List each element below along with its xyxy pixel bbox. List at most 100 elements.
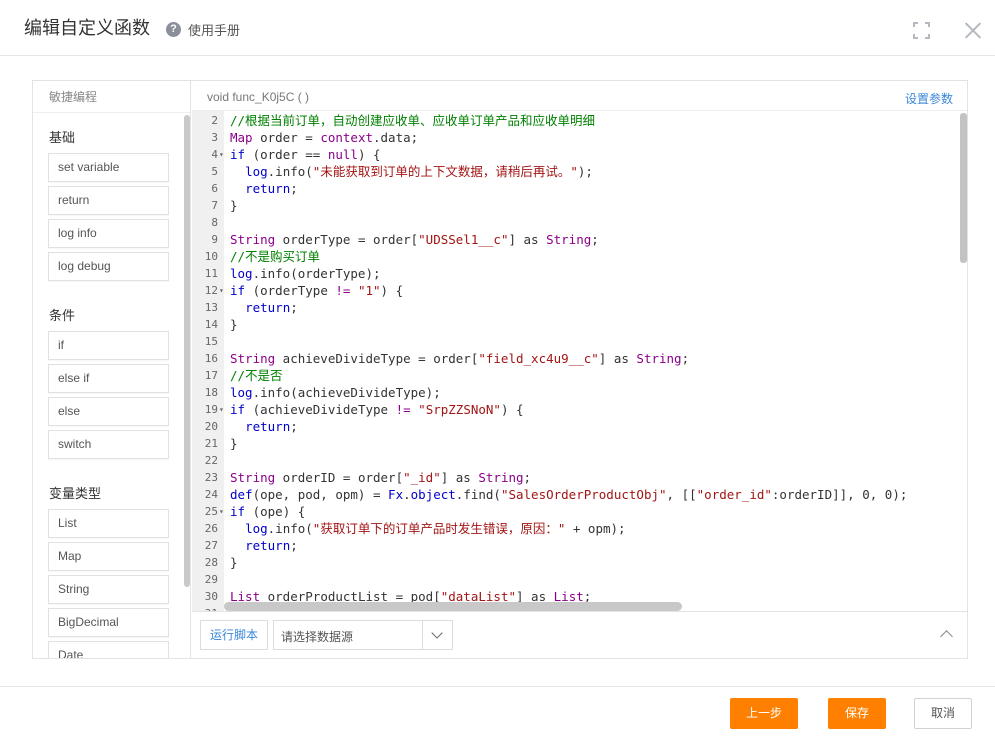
palette-item-set-variable[interactable]: set variable <box>48 153 169 182</box>
code-line[interactable]: 19 ▾ if (achieveDivideType != "SrpZZSNoN")… <box>192 401 967 418</box>
line-number: 27 <box>204 539 218 552</box>
code-token: ] as <box>508 232 547 247</box>
code-line[interactable]: 26 log.info("获取订单下的订单产品时发生错误，原因：" + opm)… <box>192 520 967 537</box>
palette-item-else-if[interactable]: else if <box>48 364 169 393</box>
close-icon[interactable] <box>964 21 982 39</box>
code-token: .info( <box>267 521 313 536</box>
code-line[interactable]: 13 return; <box>192 299 967 316</box>
code-line[interactable]: 7} <box>192 197 967 214</box>
code-line[interactable]: 25 ▾ if (ope) { <box>192 503 967 520</box>
code-line[interactable]: 28} <box>192 554 967 571</box>
code-token: if <box>230 147 246 162</box>
code-token: "UDSSel1__c" <box>418 232 509 247</box>
fold-arrow-icon[interactable]: ▾ <box>219 282 224 299</box>
save-button[interactable]: 保存 <box>828 698 886 729</box>
code-token: context <box>320 130 373 145</box>
code-line[interactable]: 11 log.info(orderType); <box>192 265 967 282</box>
code-text: log.info(orderType); <box>230 265 381 282</box>
cancel-button[interactable]: 取消 <box>914 698 972 729</box>
code-line[interactable]: 24 def(ope, pod, opm) = Fx.object.find("S… <box>192 486 967 503</box>
code-line[interactable]: 16 String achieveDivideType = order["fiel… <box>192 350 967 367</box>
code-line[interactable]: 12 ▾ if (orderType != "1") { <box>192 282 967 299</box>
code-line[interactable]: 21} <box>192 435 967 452</box>
code-line[interactable]: 5 log.info("未能获取到订单的上下文数据，请稍后再试。"); <box>192 163 967 180</box>
palette-item-list[interactable]: List <box>48 509 169 538</box>
palette-item-switch[interactable]: switch <box>48 430 169 459</box>
palette-item-string[interactable]: String <box>48 575 169 604</box>
code-line[interactable]: 10 //不是购买订单 <box>192 248 967 265</box>
code-token: object <box>410 487 456 502</box>
code-token: ; <box>523 470 532 485</box>
code-token: log <box>245 164 268 179</box>
code-token: (orderType <box>245 283 336 298</box>
line-number: 11 <box>204 267 218 280</box>
code-line[interactable]: 18 log.info(achieveDivideType); <box>192 384 967 401</box>
fullscreen-icon[interactable] <box>913 22 930 39</box>
run-script-button[interactable]: 运行脚本 <box>200 620 268 650</box>
code-line[interactable]: 22 <box>192 452 967 469</box>
code-line[interactable]: 6 return; <box>192 180 967 197</box>
line-number: 15 <box>204 335 218 348</box>
palette-item-else[interactable]: else <box>48 397 169 426</box>
question-circle-icon: ? <box>166 21 181 37</box>
code-line[interactable]: 20 return; <box>192 418 967 435</box>
fold-arrow-icon[interactable]: ▾ <box>219 503 224 520</box>
code-line[interactable]: 2 //根据当前订单，自动创建应收单、应收单订单产品和应收单明细 <box>192 112 967 129</box>
palette-item-return[interactable]: return <box>48 186 169 215</box>
code-line[interactable]: 8 <box>192 214 967 231</box>
datasource-select[interactable]: 请选择数据源 <box>273 620 453 650</box>
chevron-up-icon[interactable] <box>940 630 953 643</box>
code-token: log <box>230 266 253 281</box>
code-editor[interactable]: 2 //根据当前订单，自动创建应收单、应收单订单产品和应收单明细 3 Map orde… <box>192 111 967 611</box>
code-text: //不是购买订单 <box>230 248 320 265</box>
line-number: 26 <box>204 522 218 535</box>
code-line[interactable]: 15 <box>192 333 967 350</box>
set-params-link[interactable]: 设置参数 <box>905 90 953 107</box>
code-line[interactable]: 3 Map order = context.data; <box>192 129 967 146</box>
code-token: ] as <box>598 351 637 366</box>
code-text: } <box>230 197 238 214</box>
code-line[interactable]: 23 String orderID = order["_id"] as Strin… <box>192 469 967 486</box>
code-token: } <box>230 198 238 213</box>
quick-programming-palette: 敏捷编程 基础 set variable return log info log… <box>33 81 191 658</box>
palette-item-bigdecimal[interactable]: BigDecimal <box>48 608 169 637</box>
code-line[interactable]: 17 //不是否 <box>192 367 967 384</box>
code-token: String <box>636 351 682 366</box>
code-horizontal-scrollbar[interactable] <box>224 602 682 611</box>
palette-scrollbar[interactable] <box>184 115 190 587</box>
palette-item-log-debug[interactable]: log debug <box>48 252 169 281</box>
palette-item-log-info[interactable]: log info <box>48 219 169 248</box>
code-token: return <box>245 300 291 315</box>
code-line[interactable]: 4 ▾ if (order == null) { <box>192 146 967 163</box>
fold-arrow-icon[interactable]: ▾ <box>219 401 224 418</box>
code-token: ); <box>577 164 593 179</box>
code-text: } <box>230 435 238 452</box>
prev-step-button[interactable]: 上一步 <box>730 698 798 729</box>
code-text: if (orderType != "1") { <box>230 282 403 299</box>
chevron-down-icon[interactable] <box>422 621 452 649</box>
code-token: .info( <box>267 164 313 179</box>
fold-arrow-icon[interactable]: ▾ <box>219 146 224 163</box>
run-bar: 运行脚本 请选择数据源 <box>192 611 967 658</box>
code-line[interactable]: 29 <box>192 571 967 588</box>
code-text: if (order == null) { <box>230 146 381 163</box>
code-token: ; <box>591 232 599 247</box>
code-line[interactable]: 27 return; <box>192 537 967 554</box>
code-token: } <box>230 555 238 570</box>
code-token: + opm); <box>565 521 626 536</box>
code-line[interactable]: 9 String orderType = order["UDSSel1__c"] … <box>192 231 967 248</box>
palette-group-basic: 基础 <box>49 130 76 145</box>
palette-item-map[interactable]: Map <box>48 542 169 571</box>
code-token: (order == <box>245 147 328 162</box>
help-link[interactable]: ? 使用手册 <box>166 20 240 38</box>
palette-item-date[interactable]: Date <box>48 641 169 658</box>
code-line[interactable]: 14} <box>192 316 967 333</box>
code-vertical-scrollbar[interactable] <box>960 113 967 263</box>
code-token: ; <box>290 300 298 315</box>
palette-item-if[interactable]: if <box>48 331 169 360</box>
help-label: 使用手册 <box>188 22 241 38</box>
